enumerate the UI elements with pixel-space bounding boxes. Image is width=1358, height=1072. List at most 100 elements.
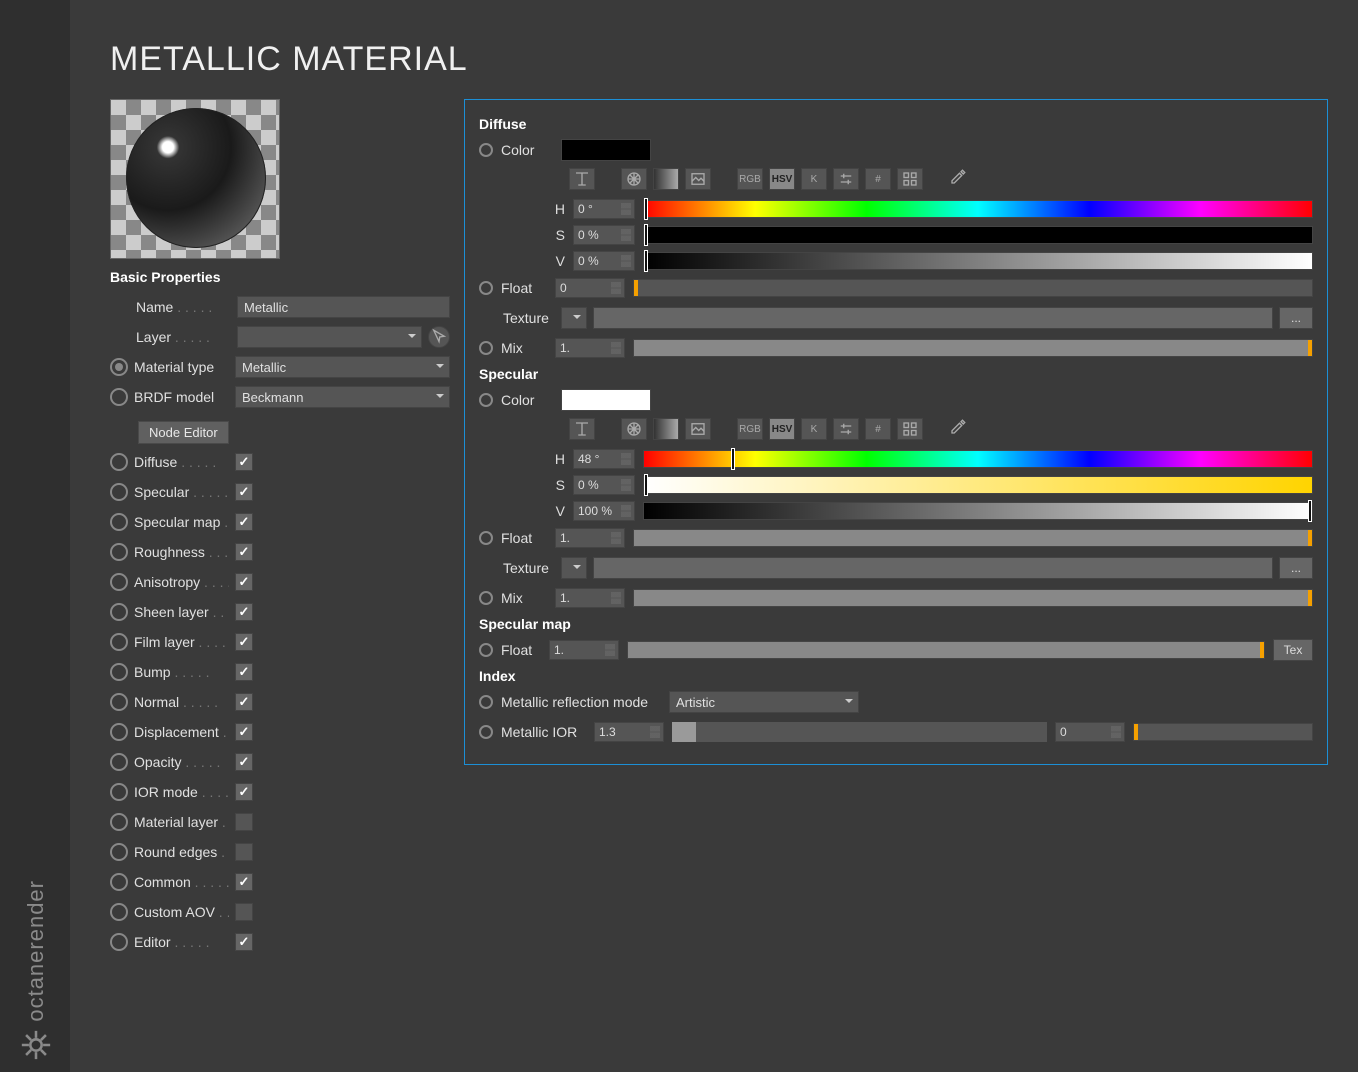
- diffuse-float-socket-icon[interactable]: [479, 281, 493, 295]
- hsv-mode[interactable]: HSV: [769, 168, 795, 190]
- diffuse-sat-slider[interactable]: [643, 226, 1313, 244]
- toggle-socket-icon[interactable]: [110, 693, 128, 711]
- swatches-icon[interactable]: [897, 168, 923, 190]
- toggle-socket-icon[interactable]: [110, 543, 128, 561]
- wheel-icon[interactable]: [621, 168, 647, 190]
- swatches-icon[interactable]: [897, 418, 923, 440]
- toggle-checkbox-custom aov[interactable]: [235, 903, 253, 921]
- toggle-checkbox-sheen layer[interactable]: [235, 603, 253, 621]
- diffuse-mix-socket-icon[interactable]: [479, 341, 493, 355]
- specular-val-slider[interactable]: [643, 502, 1313, 520]
- toggle-checkbox-editor[interactable]: [235, 933, 253, 951]
- specular-texture-field[interactable]: [593, 557, 1273, 579]
- rgb-mode[interactable]: RGB: [737, 418, 763, 440]
- specmap-float-socket-icon[interactable]: [479, 643, 493, 657]
- toggle-checkbox-specular[interactable]: [235, 483, 253, 501]
- specular-mix-input[interactable]: 1.: [555, 588, 625, 608]
- mixer-icon[interactable]: [569, 418, 595, 440]
- toggle-socket-icon[interactable]: [110, 513, 128, 531]
- ior-slider-dual[interactable]: [672, 722, 1047, 742]
- specular-float-socket-icon[interactable]: [479, 531, 493, 545]
- toggle-socket-icon[interactable]: [110, 753, 128, 771]
- image-icon[interactable]: [685, 418, 711, 440]
- specular-texture-type-select[interactable]: [561, 557, 587, 579]
- toggle-socket-icon[interactable]: [110, 453, 128, 471]
- specular-texture-browse-button[interactable]: ...: [1279, 557, 1313, 579]
- specular-hue-slider[interactable]: [643, 450, 1313, 468]
- eyedropper-icon[interactable]: [949, 418, 971, 440]
- specular-float-input[interactable]: 1.: [555, 528, 625, 548]
- diffuse-h-input[interactable]: 0 °: [573, 199, 635, 219]
- toggle-socket-icon[interactable]: [110, 573, 128, 591]
- kelvin-mode[interactable]: K: [801, 168, 827, 190]
- toggle-checkbox-specular map[interactable]: [235, 513, 253, 531]
- brdf-socket-icon[interactable]: [110, 388, 128, 406]
- specular-mix-slider[interactable]: [633, 589, 1313, 607]
- diffuse-texture-type-select[interactable]: [561, 307, 587, 329]
- hash-icon[interactable]: #: [865, 168, 891, 190]
- hsv-mode[interactable]: HSV: [769, 418, 795, 440]
- kelvin-mode[interactable]: K: [801, 418, 827, 440]
- material-type-select[interactable]: Metallic: [235, 356, 450, 378]
- specular-sat-slider[interactable]: [643, 476, 1313, 494]
- specular-float-slider[interactable]: [633, 529, 1313, 547]
- toggle-socket-icon[interactable]: [110, 903, 128, 921]
- diffuse-v-input[interactable]: 0 %: [573, 251, 635, 271]
- ior-slider-b[interactable]: [1133, 723, 1313, 741]
- diffuse-mix-input[interactable]: 1.: [555, 338, 625, 358]
- gradient-icon[interactable]: [653, 418, 679, 440]
- hash-icon[interactable]: #: [865, 418, 891, 440]
- toggle-checkbox-displacement[interactable]: [235, 723, 253, 741]
- diffuse-float-input[interactable]: 0: [555, 278, 625, 298]
- toggle-checkbox-round edges[interactable]: [235, 843, 253, 861]
- toggle-checkbox-bump[interactable]: [235, 663, 253, 681]
- ior-socket-icon[interactable]: [479, 725, 493, 739]
- diffuse-val-slider[interactable]: [643, 252, 1313, 270]
- toggle-socket-icon[interactable]: [110, 633, 128, 651]
- ior-input-b[interactable]: 0: [1055, 722, 1125, 742]
- rgb-mode[interactable]: RGB: [737, 168, 763, 190]
- wheel-icon[interactable]: [621, 418, 647, 440]
- diffuse-texture-browse-button[interactable]: ...: [1279, 307, 1313, 329]
- reflection-mode-socket-icon[interactable]: [479, 695, 493, 709]
- diffuse-mix-slider[interactable]: [633, 339, 1313, 357]
- specular-s-input[interactable]: 0 %: [573, 475, 635, 495]
- specmap-tex-button[interactable]: Tex: [1273, 639, 1313, 661]
- brdf-select[interactable]: Beckmann: [235, 386, 450, 408]
- gradient-icon[interactable]: [653, 168, 679, 190]
- toggle-checkbox-diffuse[interactable]: [235, 453, 253, 471]
- toggle-checkbox-anisotropy[interactable]: [235, 573, 253, 591]
- toggle-checkbox-normal[interactable]: [235, 693, 253, 711]
- toggle-socket-icon[interactable]: [110, 783, 128, 801]
- toggle-socket-icon[interactable]: [110, 723, 128, 741]
- image-icon[interactable]: [685, 168, 711, 190]
- toggle-socket-icon[interactable]: [110, 483, 128, 501]
- name-input[interactable]: [237, 296, 450, 318]
- toggle-socket-icon[interactable]: [110, 813, 128, 831]
- toggle-checkbox-ior mode[interactable]: [235, 783, 253, 801]
- toggle-checkbox-roughness[interactable]: [235, 543, 253, 561]
- node-editor-button[interactable]: Node Editor: [138, 421, 229, 444]
- toggle-socket-icon[interactable]: [110, 603, 128, 621]
- diffuse-s-input[interactable]: 0 %: [573, 225, 635, 245]
- toggle-checkbox-film layer[interactable]: [235, 633, 253, 651]
- toggle-socket-icon[interactable]: [110, 933, 128, 951]
- ior-input-a[interactable]: 1.3: [594, 722, 664, 742]
- eyedropper-icon[interactable]: [949, 168, 971, 190]
- specular-h-input[interactable]: 48 °: [573, 449, 635, 469]
- toggle-socket-icon[interactable]: [110, 843, 128, 861]
- diffuse-float-slider[interactable]: [633, 279, 1313, 297]
- material-type-socket-icon[interactable]: [110, 358, 128, 376]
- diffuse-texture-field[interactable]: [593, 307, 1273, 329]
- layer-select[interactable]: [237, 326, 422, 348]
- diffuse-hue-slider[interactable]: [643, 200, 1313, 218]
- toggle-checkbox-common[interactable]: [235, 873, 253, 891]
- toggle-checkbox-opacity[interactable]: [235, 753, 253, 771]
- toggle-socket-icon[interactable]: [110, 663, 128, 681]
- diffuse-color-socket-icon[interactable]: [479, 143, 493, 157]
- specular-v-input[interactable]: 100 %: [573, 501, 635, 521]
- specmap-float-slider[interactable]: [627, 641, 1265, 659]
- mixer-icon[interactable]: [569, 168, 595, 190]
- toggle-socket-icon[interactable]: [110, 873, 128, 891]
- specmap-float-input[interactable]: 1.: [549, 640, 619, 660]
